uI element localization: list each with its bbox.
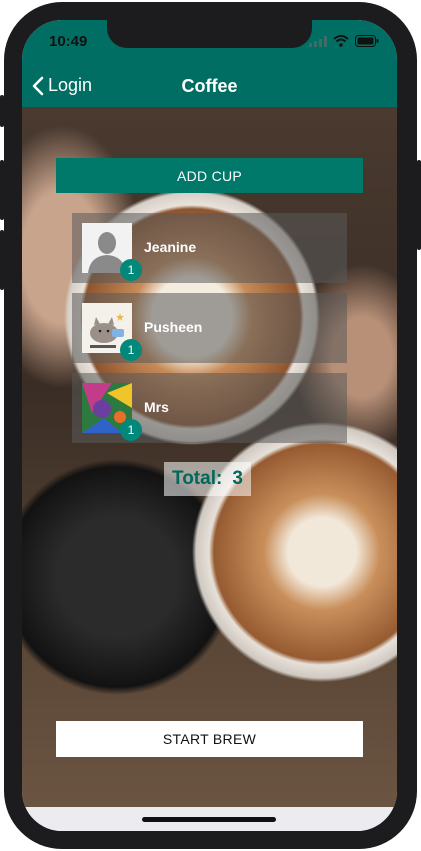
page-title: Coffee [181,76,238,96]
device-notch [107,20,312,48]
wifi-icon [333,35,349,47]
cup-count-badge: 1 [120,339,142,361]
total-label: Total: [172,468,223,489]
total-counter: Total: 3 [164,462,251,496]
add-cup-button[interactable]: ADD CUP [56,158,363,193]
list-item[interactable]: 1 Jeanine [72,213,347,283]
status-time: 10:49 [49,33,88,50]
total-value: 3 [232,468,243,489]
phone-frame: 10:49 Login Coffee ADD CUP 1 Jeanine 1 P… [0,0,421,851]
home-bar-area [22,807,397,831]
cup-count-badge: 1 [120,259,142,281]
participant-name: Pusheen [144,319,203,335]
power-button [417,160,421,250]
battery-icon [355,35,379,47]
home-indicator[interactable] [142,817,276,822]
list-item[interactable]: 1 Mrs [72,373,347,443]
cup-count-badge: 1 [120,419,142,441]
coffee-background-photo: ADD CUP 1 Jeanine 1 Pusheen 1 Mrs Total:… [22,107,397,807]
participant-list: 1 Jeanine 1 Pusheen 1 Mrs [72,213,347,453]
list-item[interactable]: 1 Pusheen [72,293,347,363]
screen: 10:49 Login Coffee ADD CUP 1 Jeanine 1 P… [22,20,397,831]
start-brew-button[interactable]: START BREW [56,721,363,757]
app-header: 10:49 Login Coffee [22,20,397,107]
signal-icon [309,35,327,47]
status-icons [309,35,379,47]
participant-name: Jeanine [144,239,197,255]
participant-name: Mrs [144,399,169,415]
